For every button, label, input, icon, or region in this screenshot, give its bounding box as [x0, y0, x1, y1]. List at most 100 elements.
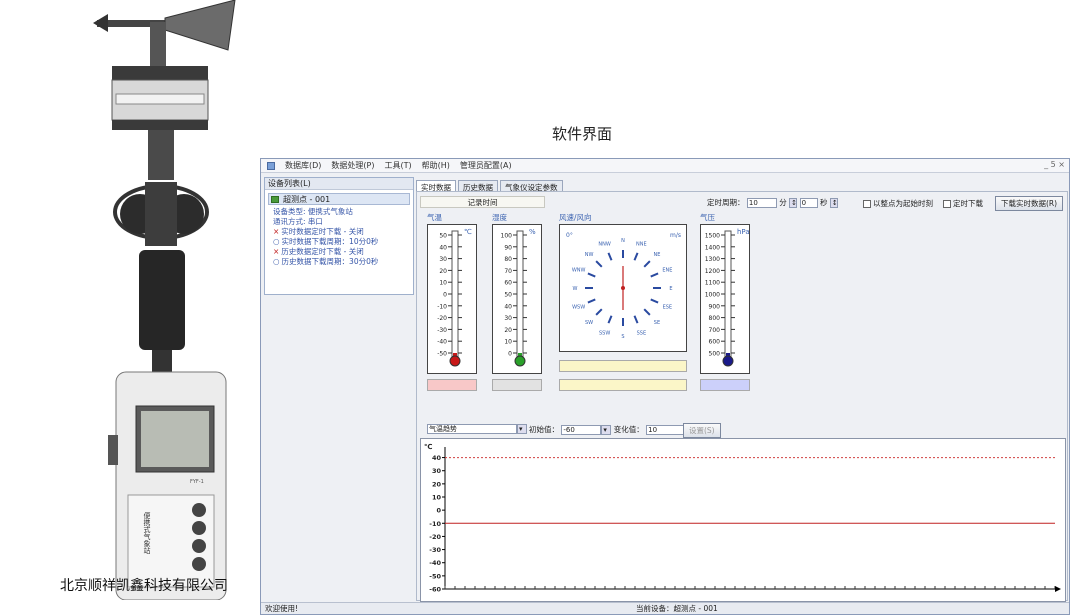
menu-admin[interactable]: 管理员配置(A) [460, 160, 512, 171]
hum-label: 湿度 [492, 213, 507, 222]
download-realtime-button[interactable]: 下载实时数据(R) [995, 196, 1064, 211]
compass-tick [595, 260, 603, 268]
compass-tick [650, 272, 659, 278]
app-icon [267, 161, 275, 170]
period-minutes-input[interactable]: 10 [746, 198, 777, 208]
chart-ylabel: ℃ [424, 443, 432, 451]
step-label: 变化值： [613, 425, 644, 434]
menu-tools[interactable]: 工具(T) [384, 160, 411, 171]
gauge-tick-label: 0 [508, 351, 512, 358]
mode-key [192, 557, 206, 571]
min-unit: 分 [779, 198, 787, 207]
wind-compass: 0° m/s N NNE NE ENE E ESE SE SSE S SSW SW WSW W WNW NW NN… [559, 224, 687, 352]
y-tick-label: 40 [432, 454, 442, 462]
compass-dir: W [573, 286, 578, 292]
min-spin[interactable]: ↕ [789, 198, 798, 208]
drum-base [112, 120, 208, 130]
gauge-tick-label: -30 [437, 327, 447, 334]
gauge-tick-label: -40 [437, 339, 447, 346]
menu-help[interactable]: 帮助(H) [422, 160, 450, 171]
compass-dir: SE [654, 320, 660, 326]
set-button[interactable]: 设置(S) [683, 423, 721, 438]
sec-spin[interactable]: ↕ [829, 198, 838, 208]
compass-dir: N [621, 238, 625, 244]
info-rt-period: 实时数据下载周期：10分0秒 [265, 237, 413, 247]
info-hist-timer: 历史数据定时下载 - 关闭 [265, 247, 413, 257]
y-tick-label: -60 [429, 586, 441, 594]
device-photo: FYF-1 便携式气象站 [93, 0, 236, 600]
y-tick-label: -30 [429, 546, 441, 554]
integer-checkbox[interactable] [863, 200, 871, 208]
step-input[interactable]: 10 [646, 425, 687, 435]
trend-chart: ℃ 40 30 20 10 0 -10 -20 -30 -40 -50 -60 [420, 438, 1066, 602]
cup-hub [145, 182, 177, 246]
drum-cap [112, 66, 208, 80]
gauge-tick-label: 1400 [705, 244, 720, 251]
gauge-tick-label: 100 [501, 233, 513, 240]
compass-tick [633, 252, 639, 261]
gauge-tick-label: -20 [437, 315, 447, 322]
init-input[interactable]: -60 [561, 425, 602, 435]
timed-option: 定时下载 [943, 198, 983, 209]
gauge-tube [724, 230, 732, 358]
temp-label: 气温 [427, 213, 442, 222]
press-label: 气压 [700, 213, 715, 222]
vane-tail [164, 0, 236, 51]
device-icon [271, 196, 279, 203]
compass-tick [643, 308, 651, 316]
up-key [192, 503, 206, 517]
y-tick-label: 10 [432, 494, 442, 502]
trend-select-arrow[interactable]: ▾ [517, 424, 527, 434]
window-controls[interactable]: _ 5 × [1044, 160, 1065, 169]
period-seconds-input[interactable]: 0 [799, 198, 818, 208]
gauge-tick-label: 1200 [705, 268, 720, 275]
gauge-tick-label: 20 [439, 268, 447, 275]
panel-label: 便携式气象站 [143, 511, 151, 555]
record-time: 记录时间 [420, 196, 545, 208]
compass-tick [587, 272, 596, 278]
period-control: 定时周期： 10 分 ↕ 0 秒 ↕ [707, 197, 838, 208]
compass-tick [633, 315, 639, 324]
wind-angle: 0° [566, 232, 573, 239]
wind-unit: m/s [670, 232, 681, 239]
gauge-tick-label: 10 [439, 280, 447, 287]
compass-dir: NNW [598, 242, 610, 248]
status-bar: 欢迎使用! 当前设备：超测点 - 001 [261, 602, 1069, 614]
device-node-label: 超测点 - 001 [283, 195, 331, 204]
compass-tick [587, 298, 596, 304]
gauge-tick-label: 60 [504, 280, 512, 287]
x-axis-arrow [1055, 586, 1061, 592]
gauge-unit: ℃ [464, 228, 472, 236]
gauge-tick-label: 90 [504, 244, 512, 251]
trend-select[interactable]: 气温趋势 [427, 424, 517, 434]
gauge-unit: % [529, 228, 536, 236]
gauge-tick-label: 50 [439, 233, 447, 240]
period-label: 定时周期： [707, 198, 745, 207]
compass-dir: E [669, 286, 672, 292]
vane-nose [93, 14, 108, 32]
gauge-tick-label: 1300 [705, 256, 720, 263]
gauge-tick-label: -10 [437, 303, 447, 310]
gauge-tick-label: 500 [709, 351, 721, 358]
gauge-unit: hPa [737, 228, 749, 236]
gauge-tick-label: 1100 [705, 280, 720, 287]
realtime-panel: 记录时间 定时周期： 10 分 ↕ 0 秒 ↕ 以整点为起始时刻 定时下载 下载… [416, 191, 1068, 602]
gauge-tube [516, 230, 524, 358]
gauge-tick-label: 80 [504, 256, 512, 263]
menu-database[interactable]: 数据库(D) [285, 160, 321, 171]
trend-select-wrap: 气温趋势 ▾ [427, 424, 527, 434]
menu-process[interactable]: 数据处理(P) [331, 160, 374, 171]
timed-checkbox[interactable] [943, 200, 951, 208]
y-tick-label: -50 [429, 572, 441, 580]
device-list-header: 设备列表(L) [265, 178, 413, 190]
device-node[interactable]: 超测点 - 001 [268, 193, 410, 205]
compass-tick [595, 308, 603, 316]
software-window: 数据库(D) 数据处理(P) 工具(T) 帮助(H) 管理员配置(A) _ 5 … [260, 158, 1070, 615]
gauge-tick-label: 700 [709, 327, 721, 334]
compass-dir: WNW [572, 268, 586, 274]
compass-dir: S [621, 334, 624, 340]
compass-dir: ENE [662, 268, 672, 274]
status-welcome: 欢迎使用! [265, 604, 299, 613]
temp-value [427, 379, 477, 391]
init-arrow[interactable]: ▾ [601, 425, 612, 435]
